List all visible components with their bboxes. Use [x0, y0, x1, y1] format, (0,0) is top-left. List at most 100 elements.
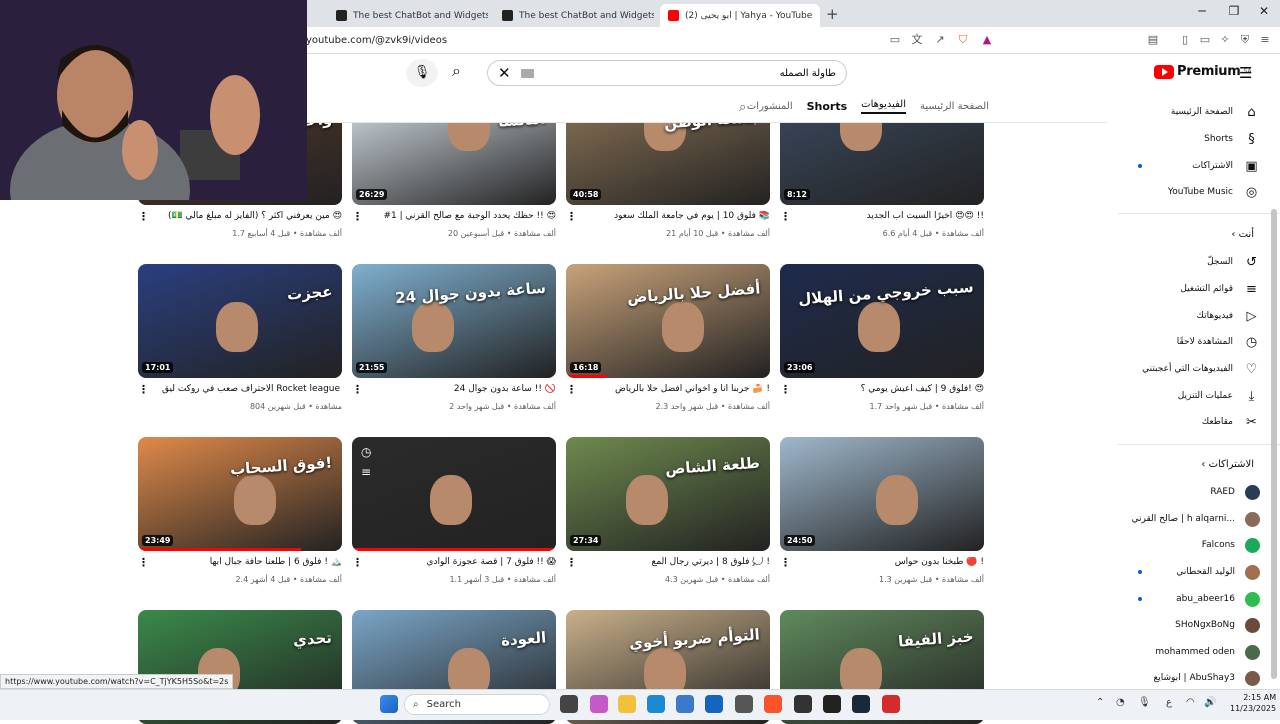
video-title[interactable]: جربنا انا و أخواني افضل حلا بالرياض 🍰 ! [590, 384, 770, 394]
cast-icon[interactable]: ▭ [888, 33, 902, 47]
sidebar-item[interactable]: الفيديوهات التي أعجبتني ♡ [1120, 360, 1260, 378]
video-title[interactable]: #1 | حظك يحدد الوجبة مع صالح القرني !! 😍 [376, 211, 556, 221]
sidebar-item[interactable]: عمليات التنزيل ⤓ [1120, 387, 1260, 405]
file-explorer-icon[interactable] [618, 695, 636, 713]
video-title[interactable]: اخيرًا السيت اب الجديد 😍😍 !! [804, 211, 984, 221]
task-view-icon[interactable] [560, 695, 578, 713]
more-options-icon[interactable]: ⋮ [138, 383, 149, 396]
vpn-icon[interactable]: ⛨ [1238, 33, 1252, 47]
tab-shorts[interactable]: Shorts [807, 100, 848, 113]
more-options-icon[interactable]: ⋮ [780, 383, 791, 396]
wallet-icon[interactable]: ▤ [1146, 33, 1160, 47]
video-title[interactable]: الاحتراف صعب في روكت ليق Rocket league ! [162, 384, 342, 394]
video-title[interactable]: فلوق 8 | ديرتي رجال ألمع 💭 ! [590, 557, 770, 567]
wallet2-icon[interactable]: ▭ [1198, 33, 1212, 47]
sidebar-subscription[interactable]: Falcons [1120, 536, 1260, 554]
steam-icon[interactable] [852, 695, 870, 713]
wifi-icon[interactable]: ◠ [1186, 697, 1195, 708]
translate-icon[interactable]: 文 [910, 33, 924, 47]
sidebar-item[interactable]: الصفحة الرئيسية ⌂ [1120, 103, 1260, 121]
tab-home[interactable]: الصفحة الرئيسية [920, 101, 989, 112]
sidebar-subscription[interactable]: ابوشايع | AbuShay3 [1120, 669, 1260, 687]
video-card[interactable]: سبب خروجي من الهلال 23:06 فلوق 9 | كيف أعي… [780, 264, 984, 411]
maximize-icon[interactable]: ❐ [1224, 4, 1244, 18]
mic-tray-icon[interactable]: 🎙 [1138, 697, 1151, 708]
browser-tab-active[interactable]: ابو يحيى (2) | Yahya - YouTube ✕ [660, 4, 820, 27]
video-card[interactable]: فوق السحاب! 23:49 فلوق 6 | طلعنا حافة جبال… [138, 437, 342, 584]
video-title[interactable]: مين يعرفني اكثر ؟ (الفايز له مبلغ مالي 💵… [162, 211, 342, 221]
tab-videos[interactable]: الفيديوهات [861, 99, 906, 114]
sidebar-subscription[interactable]: الوليد القحطاني [1120, 563, 1260, 581]
search-icon[interactable]: ⌕ [452, 61, 461, 81]
brave-shield-icon[interactable]: ⛉ [956, 33, 970, 47]
more-options-icon[interactable]: ⋮ [780, 210, 791, 223]
video-title[interactable]: 24 ساعة بدون جوال !! 🚫 [376, 384, 556, 394]
app-icon[interactable] [735, 695, 753, 713]
network-tray-icon[interactable]: ◔ [1116, 697, 1125, 708]
channel-search-icon[interactable]: ⌕ [739, 100, 746, 115]
video-card[interactable]: 24:50 طبخنا بدون حواس 🔴 ! 1.3 ألف مشاهدة •… [780, 437, 984, 584]
taskbar-search[interactable]: ⌕ Search [404, 694, 550, 715]
clear-search-icon[interactable]: ✕ [498, 64, 511, 82]
video-thumbnail[interactable]: أفضل حلا بالرياض 16:18 [566, 264, 770, 378]
settings-icon[interactable] [794, 695, 812, 713]
you-section-header[interactable]: ‹ أنت [1120, 229, 1254, 240]
sidebar-item[interactable]: مقاطعك ✂ [1120, 413, 1260, 431]
more-options-icon[interactable]: ⋮ [566, 210, 577, 223]
leo-ai-icon[interactable]: ✧ [1218, 33, 1232, 47]
close-window-icon[interactable]: ✕ [1254, 4, 1274, 18]
keyboard-icon[interactable] [520, 68, 534, 78]
edge-icon[interactable] [647, 695, 665, 713]
close-tab-icon[interactable]: ✕ [818, 9, 820, 22]
new-tab-icon[interactable]: + [826, 5, 839, 23]
browser-tab[interactable]: The best ChatBot and Widgets for Ki [494, 4, 654, 27]
copilot-icon[interactable] [590, 695, 608, 713]
sidebar-toggle-icon[interactable]: ▯ [1178, 33, 1192, 47]
scrollbar[interactable] [1271, 209, 1277, 679]
sidebar-subscription[interactable]: RAED [1120, 483, 1260, 501]
volume-icon[interactable]: 🔊 [1204, 697, 1216, 708]
sidebar-item[interactable]: المشاهدة لاحقًا ◷ [1120, 333, 1260, 351]
video-title[interactable]: فلوق 6 | طلعنا حافة جبال ابها ! 🏔️ [162, 557, 342, 567]
sidebar-item[interactable]: الاشتراكات ▣ [1120, 157, 1260, 175]
windows-start-icon[interactable] [380, 695, 398, 713]
browser-tab[interactable]: The best ChatBot and Widgets for Ki [328, 4, 488, 27]
video-card[interactable]: طلعة الشاص 27:34 فلوق 8 | ديرتي رجال ألمع … [566, 437, 770, 584]
share-icon[interactable]: ↗ [933, 33, 947, 47]
video-thumbnail[interactable]: فوق السحاب! 23:49 [138, 437, 342, 551]
tab-posts[interactable]: المنشورات [747, 101, 793, 112]
video-thumbnail[interactable]: عجزت 17:01 [138, 264, 342, 378]
language-indicator[interactable]: ع [1166, 697, 1172, 708]
brave-rewards-icon[interactable]: ▲ [980, 33, 994, 47]
more-options-icon[interactable]: ⋮ [352, 556, 363, 569]
voice-search-icon[interactable]: 🎙 [406, 59, 438, 87]
video-title[interactable]: فلوق 7 | قصة عجوزة الوادي !! 😱 [376, 557, 556, 567]
video-thumbnail[interactable]: 24:50 [780, 437, 984, 551]
watch-later-icon[interactable]: ◷ [361, 445, 371, 459]
more-options-icon[interactable]: ⋮ [566, 556, 577, 569]
more-options-icon[interactable]: ⋮ [780, 556, 791, 569]
sidebar-item[interactable]: السجلّ ↺ [1120, 253, 1260, 271]
video-thumbnail[interactable]: 24 ساعة بدون جوال 21:55 [352, 264, 556, 378]
video-title[interactable]: فلوق 9 | كيف أعيش يومي ؟! 😍 [804, 384, 984, 394]
search-box[interactable]: ✕ [487, 60, 847, 86]
tray-chevron-icon[interactable]: ⌃ [1096, 697, 1104, 708]
youtube-premium-logo[interactable]: Premium SA [1154, 64, 1252, 79]
more-options-icon[interactable]: ⋮ [352, 383, 363, 396]
brave-icon[interactable] [764, 695, 782, 713]
more-options-icon[interactable]: ⋮ [138, 210, 149, 223]
video-card[interactable]: عجزت 17:01 الاحتراف صعب في روكت ليق Rocket… [138, 264, 342, 411]
video-card[interactable]: 24 ساعة بدون جوال 21:55 24 ساعة بدون جوال … [352, 264, 556, 411]
hamburger-menu-icon[interactable]: ☰ [1239, 64, 1252, 82]
outlook-icon[interactable] [705, 695, 723, 713]
menu-icon[interactable]: ≡ [1258, 33, 1272, 47]
sidebar-subscription[interactable]: mohammed oden [1120, 643, 1260, 661]
more-options-icon[interactable]: ⋮ [566, 383, 577, 396]
sidebar-item[interactable]: فيديوهاتك ▷ [1120, 307, 1260, 325]
add-to-queue-icon[interactable]: ≡ [361, 465, 371, 479]
video-thumbnail[interactable]: ◷ ≡ [352, 437, 556, 551]
search-input[interactable] [543, 67, 836, 79]
obs-icon[interactable] [823, 695, 841, 713]
sidebar-subscription[interactable]: abu_abeer16 [1120, 590, 1260, 608]
sidebar-subscription[interactable]: صالح القرني | h alqarni... [1120, 510, 1260, 528]
